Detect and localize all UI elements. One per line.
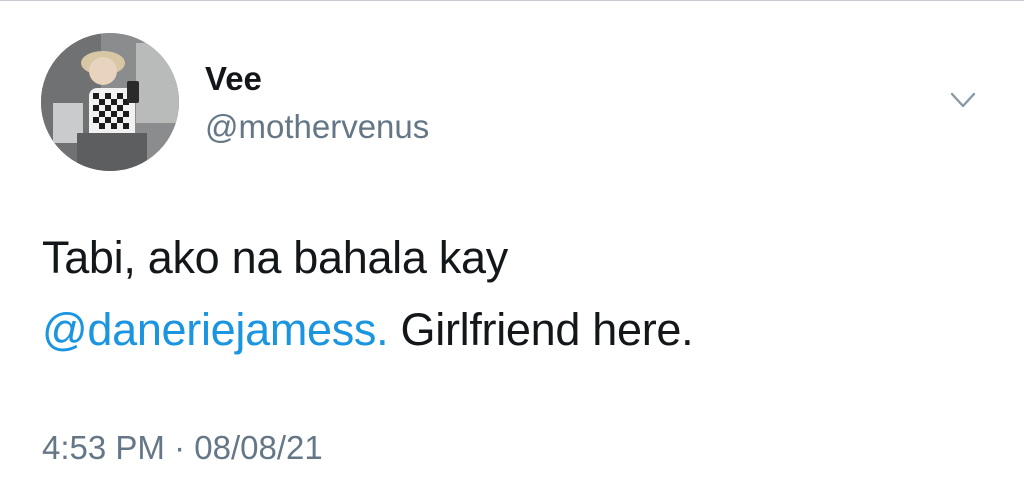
tweet-timestamp[interactable]: 4:53 PM · 08/08/21 (42, 424, 323, 472)
tweet-card: Vee @mothervenus Tabi, ako na bahala kay… (0, 0, 1024, 500)
timestamp-separator: · (164, 429, 195, 466)
tweet-date: 08/08/21 (194, 429, 323, 466)
tweet-time: 4:53 PM (42, 429, 165, 466)
tweet-text-continuation: Girlfriend here. (388, 304, 694, 355)
author-display-name[interactable]: Vee (205, 58, 262, 100)
chevron-down-icon[interactable] (940, 80, 986, 120)
tweet-text-line-2: @daneriejamess. Girlfriend here. (42, 294, 1002, 366)
avatar[interactable] (41, 33, 179, 171)
mention-link[interactable]: @daneriejamess. (42, 304, 389, 355)
tweet-text-line-1: Tabi, ako na bahala kay (42, 232, 508, 283)
author-handle[interactable]: @mothervenus (205, 106, 429, 148)
avatar-photo (41, 33, 179, 171)
tweet-text: Tabi, ako na bahala kay @daneriejamess. … (42, 222, 1002, 366)
